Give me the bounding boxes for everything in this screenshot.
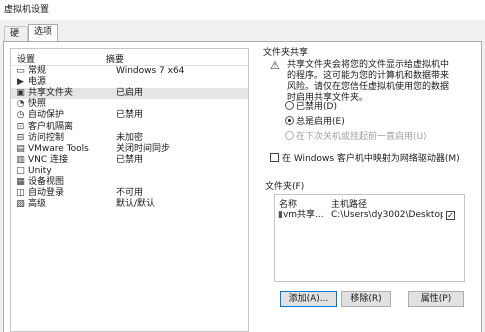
folder-enabled-checkbox[interactable]: ✓ [446, 211, 455, 220]
checkbox-label: 在 Windows 客户机中映射为网络驱动器(M) [282, 154, 460, 164]
folder-properties-button[interactable]: 属性(P) [408, 291, 464, 307]
radio-label: 总是启用(E) [296, 117, 345, 127]
map-network-drive-checkbox[interactable]: 在 Windows 客户机中映射为网络驱动器(M) [270, 153, 460, 166]
radio-button-selected[interactable] [285, 116, 294, 125]
autoprotect-icon: ◷ [16, 110, 25, 121]
info-line: 的程序。这可能为您的计算机和数据带来 [287, 71, 450, 81]
general-icon: ▭ [16, 66, 25, 76]
settings-item-11[interactable]: ▦ 设备视图 [11, 177, 248, 188]
radio-until-poweroff-option[interactable]: 在下次关机或挂起前一直启用(U) [285, 131, 427, 144]
settings-item-12[interactable]: ◫ 自动登录 不可用 [11, 188, 248, 199]
vnc-icon: ▥ [16, 154, 25, 165]
folders-list[interactable]: 名称 主机路径 ▮vm共享... C:\Users\dy3002\Desktop… [274, 194, 465, 282]
settings-item-3[interactable]: ▣ 共享文件夹 已启用 [11, 88, 248, 100]
vmware-tools-icon: ▤ [16, 143, 25, 154]
tab-hardware[interactable]: 硬件 [4, 26, 28, 53]
radio-disabled-option[interactable]: 已禁用(D) [285, 101, 337, 114]
settings-item-6[interactable]: ⊡ 客户机隔离 [11, 122, 248, 133]
settings-item-name: 设备视图 [28, 177, 65, 187]
settings-item-name: VMware Tools [28, 143, 89, 154]
settings-item-7[interactable]: ⊟ 访问控制 未加密 [11, 133, 248, 144]
unity-icon: □ [16, 165, 25, 176]
settings-item-name: 访问控制 [28, 132, 65, 143]
settings-item-1[interactable]: ▭ 常规 Windows 7 x64 [11, 66, 248, 77]
folders-group-title: 文件夹(F) [265, 182, 305, 192]
settings-item-name: 自动登录 [28, 188, 65, 199]
settings-list[interactable]: 设置 摘要 ▭ 常规 Windows 7 x64 ▶ 电源 ▣ 共享文件夹 已启用 ◔ 快照 ◷ 自动… [10, 48, 249, 332]
device-view-icon: ▦ [16, 177, 25, 187]
settings-item-summary: 未加密 [116, 132, 144, 143]
tab-strip: 硬件 选项 [0, 24, 485, 53]
settings-item-summary: Windows 7 x64 [116, 66, 185, 76]
title-bar: 虚拟机设置 [0, 0, 485, 20]
add-folder-button[interactable]: 添加(A)... [280, 291, 337, 307]
folder-name: ▮vm共享... [278, 210, 324, 220]
settings-item-name: 高级 [28, 199, 47, 210]
settings-item-summary: 默认/默认 [116, 199, 156, 210]
settings-item-name: 共享文件夹 [28, 88, 74, 99]
snapshot-icon: ◔ [16, 99, 25, 110]
settings-item-2[interactable]: ▶ 电源 [11, 77, 248, 88]
settings-item-name: 客户机隔离 [28, 121, 74, 132]
info-line: 共享文件夹会将您的文件显示给虚拟机中 [287, 60, 450, 70]
settings-item-summary: 已启用 [116, 88, 144, 99]
window-title: 虚拟机设置 [4, 5, 50, 15]
folders-list-header: 名称 主机路径 [275, 195, 464, 210]
settings-item-9[interactable]: ▥ VNC 连接 已禁用 [11, 155, 248, 166]
settings-item-name: VNC 连接 [28, 154, 69, 165]
access-control-icon: ⊟ [16, 132, 25, 143]
shared-folder-icon: ▣ [16, 88, 25, 99]
power-icon: ▶ [17, 77, 24, 88]
settings-item-summary: 关闭时间同步 [116, 143, 171, 154]
folder-host-path: C:\Users\dy3002\Desktop... [331, 210, 443, 220]
settings-item-5[interactable]: ◷ 自动保护 已禁用 [11, 110, 248, 121]
info-line: 风险。请仅在您信任虚拟机使用您的数据 [287, 82, 450, 92]
tab-options[interactable]: 选项 [28, 24, 58, 42]
column-summary[interactable]: 摘要 [106, 52, 124, 65]
checkbox-box[interactable] [270, 153, 279, 162]
settings-item-4[interactable]: ◔ 快照 [11, 99, 248, 110]
settings-list-header: 设置 摘要 [11, 49, 248, 66]
isolation-icon: ⊡ [16, 121, 25, 132]
folder-row[interactable]: ▮vm共享... C:\Users\dy3002\Desktop... ✓ [275, 209, 464, 221]
settings-item-name: 电源 [28, 77, 47, 88]
settings-item-name: 快照 [28, 99, 47, 110]
radio-always-enabled-option[interactable]: 总是启用(E) [285, 116, 345, 129]
radio-button[interactable] [285, 101, 294, 110]
column-setting[interactable]: 设置 [17, 52, 35, 65]
radio-label: 已禁用(D) [296, 102, 337, 112]
warning-icon: ⚠ [270, 59, 280, 72]
settings-item-10[interactable]: □ Unity [11, 166, 248, 177]
remove-folder-button[interactable]: 移除(R) [341, 291, 391, 307]
settings-item-name: Unity [28, 165, 52, 176]
advanced-icon: ▧ [16, 199, 25, 210]
settings-item-summary: 已禁用 [116, 110, 144, 121]
settings-item-summary: 不可用 [116, 188, 144, 199]
sharing-info-text: 共享文件夹会将您的文件显示给虚拟机中 的程序。这可能为您的计算机和数据带来 风险… [287, 60, 472, 104]
settings-item-13[interactable]: ▧ 高级 默认/默认 [11, 199, 248, 210]
folder-sharing-group-title: 文件夹共享 [263, 48, 309, 58]
settings-item-summary: 已禁用 [116, 154, 144, 165]
settings-item-name: 常规 [28, 66, 47, 76]
settings-item-8[interactable]: ▤ VMware Tools 关闭时间同步 [11, 144, 248, 155]
radio-label: 在下次关机或挂起前一直启用(U) [296, 132, 427, 142]
settings-item-name: 自动保护 [28, 110, 65, 121]
radio-button[interactable] [285, 131, 294, 140]
autologin-icon: ◫ [16, 188, 25, 199]
